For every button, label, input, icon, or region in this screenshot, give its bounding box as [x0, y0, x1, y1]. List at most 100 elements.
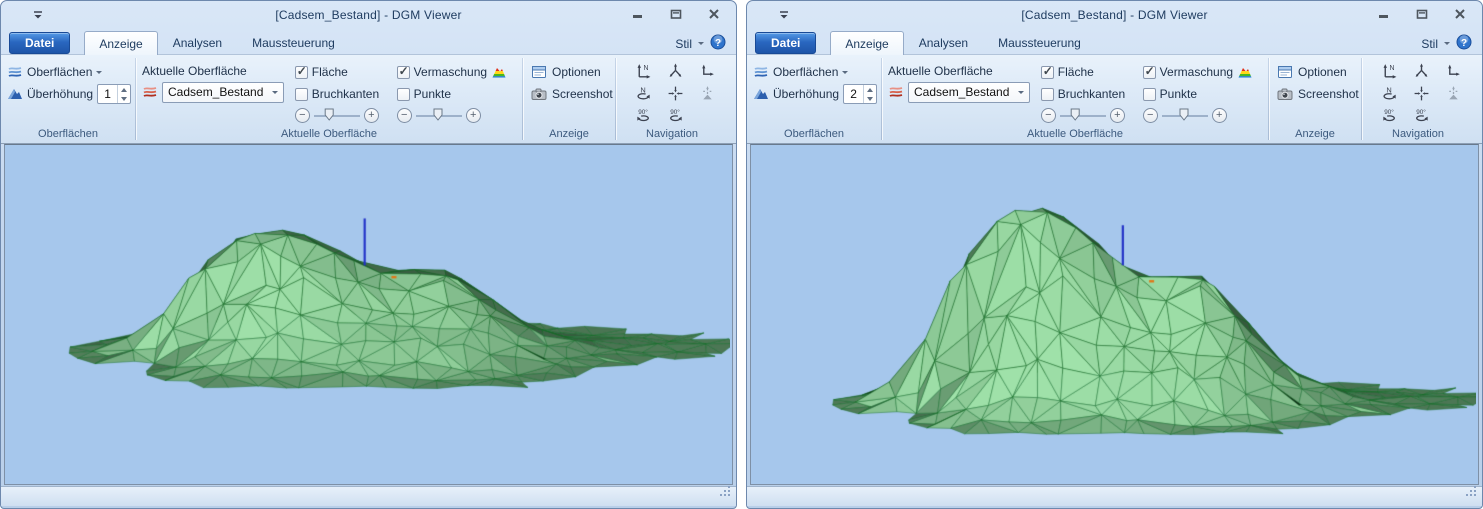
quick-access-toolbar-icon[interactable] [31, 8, 45, 22]
terrain-3d-view[interactable] [751, 145, 1476, 484]
checkbox-flaeche[interactable]: Fläche [295, 61, 391, 83]
chevron-down-icon[interactable] [1444, 42, 1450, 45]
tab-analysen[interactable]: Analysen [158, 31, 237, 54]
vermaschung-label: Vermaschung [414, 65, 487, 79]
spinner-up-button[interactable] [864, 85, 876, 94]
checkbox-bruchkanten[interactable]: Bruchkanten [1041, 83, 1137, 105]
close-button[interactable] [706, 7, 722, 21]
tab-anzeige[interactable]: Anzeige [84, 31, 157, 55]
file-tab[interactable]: Datei [755, 32, 816, 54]
optionen-label: Optionen [1298, 65, 1347, 79]
titlebar[interactable]: [Cadsem_Bestand] - DGM Viewer [747, 1, 1482, 29]
flaeche-checkbox[interactable] [1041, 66, 1054, 79]
slider-minus-button[interactable]: − [1041, 108, 1056, 123]
aktuelle-oberflaeche-header: Aktuelle Oberfläche [142, 61, 289, 81]
file-tab[interactable]: Datei [9, 32, 70, 54]
tab-maussteuerung[interactable]: Maussteuerung [237, 31, 350, 54]
checkbox-punkte[interactable]: Punkte [1143, 83, 1264, 105]
combobox-arrow[interactable] [267, 91, 283, 94]
nav-rotate-90-ccw-button[interactable]: 90° [630, 105, 656, 126]
nav-rotate-north-button[interactable]: N [630, 83, 656, 104]
chevron-down-icon[interactable] [698, 42, 704, 45]
nav-axis-north-button[interactable]: N [630, 61, 656, 82]
titlebar[interactable]: [Cadsem_Bestand] - DGM Viewer [1, 1, 736, 29]
camera-icon [531, 86, 547, 102]
vermaschung-slider[interactable] [414, 108, 464, 122]
group-label: Aktuelle Oberfläche [136, 128, 522, 140]
nav-rotate-90-cw-button[interactable]: 90° [1408, 105, 1434, 126]
checkbox-flaeche[interactable]: Fläche [1041, 61, 1137, 83]
stil-menu[interactable]: Stil [1421, 37, 1438, 51]
surface-combobox[interactable]: Cadsem_Bestand [162, 82, 284, 103]
help-button[interactable]: ? [710, 34, 726, 53]
optionen-button[interactable]: Optionen [1275, 61, 1357, 83]
surfaces-dropdown-button[interactable]: Oberflächen [753, 61, 877, 83]
quick-access-toolbar-icon[interactable] [777, 8, 791, 22]
group-navigation: N N [1362, 55, 1474, 143]
group-label: Navigation [616, 128, 728, 140]
stil-menu[interactable]: Stil [675, 37, 692, 51]
tab-anzeige[interactable]: Anzeige [830, 31, 903, 55]
help-button[interactable]: ? [1456, 34, 1472, 53]
screenshot-button[interactable]: Screenshot [1275, 83, 1357, 105]
slider-minus-button[interactable]: − [1143, 108, 1158, 123]
minimize-button[interactable] [1376, 7, 1392, 21]
layers-icon [7, 64, 23, 80]
restore-button[interactable] [668, 7, 684, 21]
vermaschung-checkbox[interactable] [1143, 66, 1156, 79]
punkte-checkbox[interactable] [1143, 88, 1156, 101]
slider-plus-button[interactable]: + [364, 108, 379, 123]
screenshot-button[interactable]: Screenshot [529, 83, 611, 105]
surfaces-dropdown-button[interactable]: Oberflächen [7, 61, 131, 83]
nav-center-view-button[interactable] [1408, 83, 1434, 104]
nav-corner-rotate-button[interactable] [1440, 61, 1466, 82]
terrain-3d-view[interactable] [5, 145, 730, 484]
close-button[interactable] [1452, 7, 1468, 21]
flaeche-opacity-slider-row: − + [1041, 105, 1137, 125]
nav-axis-north-button[interactable]: N [1376, 61, 1402, 82]
bruchkanten-checkbox[interactable] [295, 88, 308, 101]
surface-combobox[interactable]: Cadsem_Bestand [908, 82, 1030, 103]
resize-grip[interactable] [1464, 484, 1478, 503]
svg-text:90°: 90° [1416, 108, 1426, 116]
minimize-button[interactable] [630, 7, 646, 21]
slider-plus-button[interactable]: + [1110, 108, 1125, 123]
nav-rotate-north-button[interactable]: N [1376, 83, 1402, 104]
slider-plus-button[interactable]: + [1212, 108, 1227, 123]
spinner-up-button[interactable] [118, 85, 130, 94]
flaeche-checkbox[interactable] [295, 66, 308, 79]
exaggeration-spinner[interactable]: 2 [843, 84, 877, 104]
exaggeration-value: 2 [844, 85, 863, 103]
optionen-button[interactable]: Optionen [529, 61, 611, 83]
nav-3d-axes-button[interactable] [662, 61, 688, 82]
punkte-checkbox[interactable] [397, 88, 410, 101]
nav-rotate-90-cw-button[interactable]: 90° [662, 105, 688, 126]
vermaschung-checkbox[interactable] [397, 66, 410, 79]
spinner-down-button[interactable] [118, 94, 130, 103]
slider-minus-button[interactable]: − [295, 108, 310, 123]
tab-analysen[interactable]: Analysen [904, 31, 983, 54]
resize-grip[interactable] [718, 484, 732, 503]
tab-maussteuerung[interactable]: Maussteuerung [983, 31, 1096, 54]
checkbox-punkte[interactable]: Punkte [397, 83, 518, 105]
nav-center-view-button[interactable] [662, 83, 688, 104]
slider-plus-button[interactable]: + [466, 108, 481, 123]
flaeche-opacity-slider[interactable] [312, 108, 362, 122]
vermaschung-slider[interactable] [1160, 108, 1210, 122]
svg-text:90°: 90° [670, 108, 680, 116]
slider-minus-button[interactable]: − [397, 108, 412, 123]
nav-corner-rotate-button[interactable] [694, 61, 720, 82]
bruchkanten-checkbox[interactable] [1041, 88, 1054, 101]
combobox-arrow[interactable] [1013, 91, 1029, 94]
exaggeration-spinner[interactable]: 1 [97, 84, 131, 104]
checkbox-bruchkanten[interactable]: Bruchkanten [295, 83, 391, 105]
checkbox-vermaschung[interactable]: Vermaschung [1143, 61, 1264, 83]
optionen-label: Optionen [552, 65, 601, 79]
restore-button[interactable] [1414, 7, 1430, 21]
nav-rotate-90-ccw-button[interactable]: 90° [1376, 105, 1402, 126]
flaeche-opacity-slider[interactable] [1058, 108, 1108, 122]
nav-3d-axes-button[interactable] [1408, 61, 1434, 82]
chevron-down-icon [96, 71, 102, 74]
spinner-down-button[interactable] [864, 94, 876, 103]
checkbox-vermaschung[interactable]: Vermaschung [397, 61, 518, 83]
